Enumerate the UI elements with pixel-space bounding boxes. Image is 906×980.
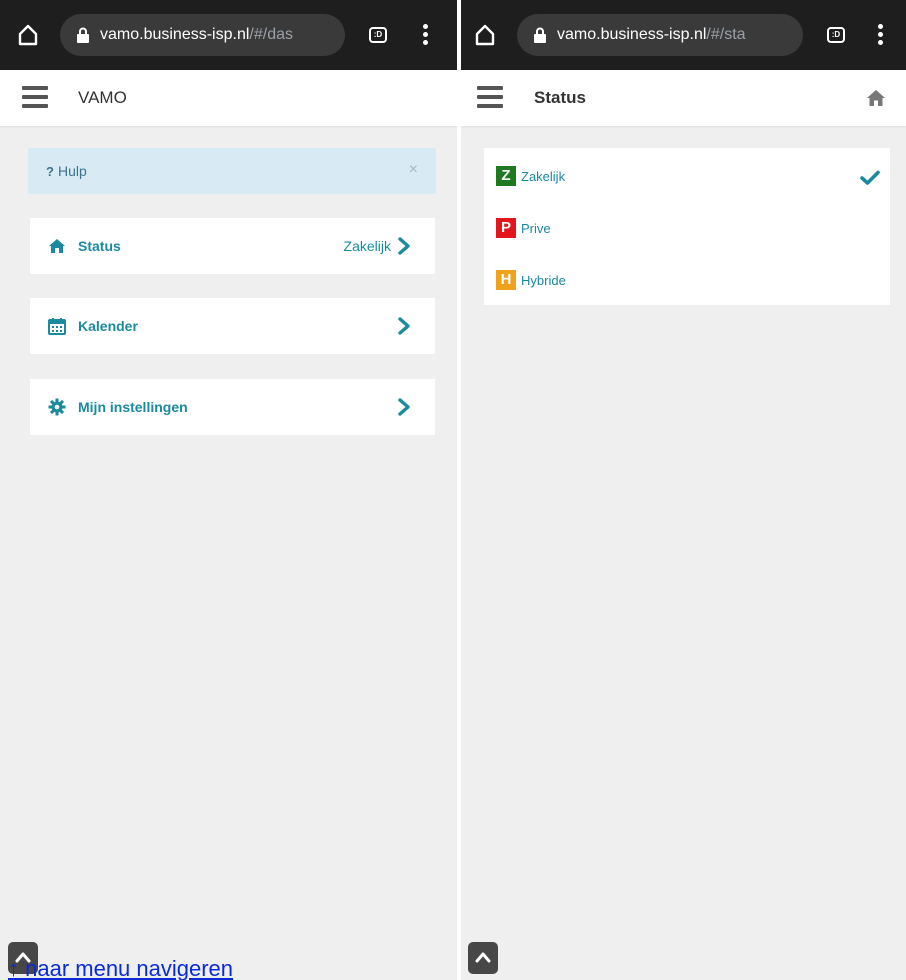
browser-home-icon[interactable]: [18, 24, 38, 46]
lock-icon: [534, 27, 546, 43]
gear-icon: [48, 398, 66, 416]
chevron-right-icon: [398, 317, 410, 335]
status-label: Hybride: [521, 272, 566, 288]
browser-menu-icon[interactable]: [877, 24, 883, 46]
menu-item-mijn-instellingen[interactable]: Mijn instellingen: [30, 379, 435, 435]
menu-item-label: Kalender: [78, 318, 138, 334]
url-bar[interactable]: vamo.business-isp.nl/#/das: [60, 14, 345, 56]
checkmark-icon: [860, 170, 880, 185]
url-host: vamo.business-isp.nl: [100, 26, 250, 43]
page-title: VAMO: [78, 88, 127, 107]
status-label: Zakelijk: [521, 168, 566, 184]
skip-to-menu-link[interactable]: ↑ naar menu navigeren: [8, 956, 233, 980]
status-badge: H: [496, 270, 516, 290]
menu-item-label: Mijn instellingen: [78, 399, 188, 415]
tabs-icon[interactable]: :D: [369, 27, 387, 43]
app-header: Status: [461, 70, 906, 126]
tabs-icon[interactable]: :D: [827, 27, 845, 43]
status-label: Prive: [521, 220, 551, 236]
close-icon[interactable]: ×: [409, 161, 418, 179]
status-value: Zakelijk: [343, 238, 391, 254]
status-option-zakelijk[interactable]: Z Zakelijk: [496, 164, 565, 188]
status-badge: Z: [496, 166, 516, 186]
help-question-icon: ?: [46, 163, 54, 179]
scroll-to-top-button[interactable]: [468, 942, 498, 974]
status-option-hybride[interactable]: H Hybride: [496, 268, 566, 292]
browser-toolbar: vamo.business-isp.nl/#/das :D: [0, 0, 457, 70]
right-screen: vamo.business-isp.nl/#/sta :D Status Z Z…: [461, 0, 906, 980]
browser-toolbar: vamo.business-isp.nl/#/sta :D: [461, 0, 906, 70]
home-icon[interactable]: [866, 88, 886, 108]
page-title: Status: [534, 88, 586, 107]
menu-item-kalender[interactable]: Kalender: [30, 298, 435, 354]
lock-icon: [77, 27, 89, 43]
browser-menu-icon[interactable]: [422, 24, 428, 46]
url-path: /#/das: [249, 26, 293, 43]
url-bar[interactable]: vamo.business-isp.nl/#/sta: [517, 14, 803, 56]
status-option-prive[interactable]: P Prive: [496, 216, 551, 240]
help-label: Hulp: [57, 163, 87, 179]
app-header: VAMO: [0, 70, 457, 126]
hamburger-menu-icon[interactable]: [477, 86, 503, 108]
left-screen: vamo.business-isp.nl/#/das :D VAMO ? Hul…: [0, 0, 457, 980]
browser-home-icon[interactable]: [475, 24, 495, 46]
url-path: /#/sta: [706, 26, 746, 43]
chevron-up-icon: [475, 952, 491, 963]
help-banner[interactable]: ? Hulp ×: [28, 148, 436, 194]
chevron-right-icon: [398, 398, 410, 416]
chevron-right-icon: [398, 237, 410, 255]
menu-item-status[interactable]: Status Zakelijk: [30, 218, 435, 274]
menu-item-label: Status: [78, 238, 121, 254]
url-host: vamo.business-isp.nl: [557, 26, 707, 43]
calendar-icon: [48, 318, 66, 335]
status-badge: P: [496, 218, 516, 238]
status-options-list: Z Zakelijk P Prive H Hybride: [484, 148, 890, 305]
home-icon: [49, 239, 65, 253]
hamburger-menu-icon[interactable]: [22, 86, 48, 108]
